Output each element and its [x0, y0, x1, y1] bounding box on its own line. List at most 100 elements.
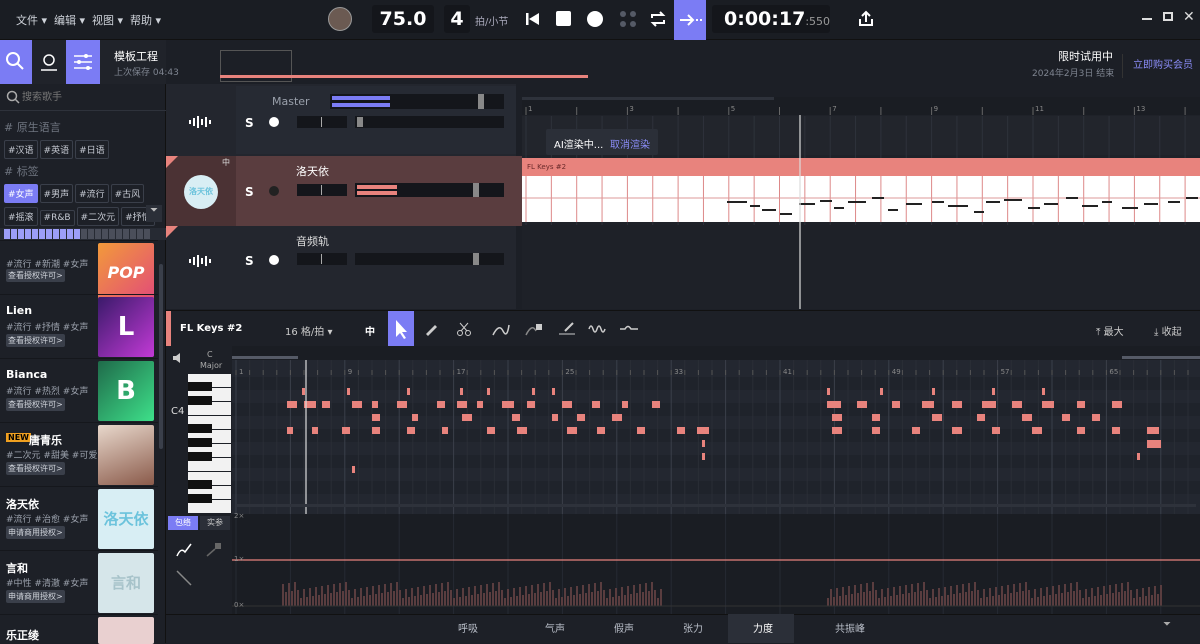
tag-chip[interactable]: #男声 — [39, 184, 74, 203]
singer-card[interactable]: Lien #流行 #抒情 #女声 查看授权许可> L — [0, 294, 158, 358]
tag-chip[interactable]: #古风 — [110, 184, 145, 203]
license-link[interactable]: 查看授权许可> — [6, 334, 65, 347]
metronome-dots-icon[interactable] — [619, 10, 637, 28]
maximize-button[interactable]: ⤒ 最大 — [1096, 323, 1124, 338]
license-link[interactable]: 查看授权许可> — [6, 269, 65, 282]
license-link[interactable]: 查看授权许可> — [6, 462, 65, 475]
track-name[interactable]: 洛天依 — [296, 163, 329, 179]
solo-button[interactable]: S — [245, 254, 254, 268]
vibrato-icon[interactable] — [588, 321, 608, 337]
pan-slider[interactable] — [297, 184, 347, 196]
param-tab-formant[interactable]: 共振峰 — [835, 620, 865, 635]
tag-chip[interactable]: #流行 — [75, 184, 109, 203]
cancel-render-link[interactable]: 取消渲染 — [610, 136, 650, 151]
singer-track-selected[interactable]: 中 洛天依 S 洛天依 — [166, 156, 522, 226]
restore-icon[interactable] — [1163, 12, 1173, 21]
scissors-tool-icon[interactable] — [456, 321, 472, 337]
select-tool-icon[interactable] — [388, 311, 414, 347]
param-tab-tension[interactable]: 张力 — [683, 620, 703, 635]
erase-curve-icon[interactable] — [205, 541, 223, 559]
param-tab-falsetto[interactable]: 假声 — [614, 620, 634, 635]
speaker-icon[interactable] — [172, 352, 184, 364]
volume-slider[interactable] — [355, 253, 504, 265]
pitch-draw-icon[interactable] — [491, 321, 511, 337]
collapse-button[interactable]: ⤓ 收起 — [1154, 323, 1182, 338]
smooth-icon[interactable] — [619, 321, 639, 337]
beats-field[interactable]: 4 — [444, 5, 470, 33]
stop-icon[interactable] — [556, 11, 571, 26]
pencil-tool-icon[interactable] — [423, 321, 439, 337]
tag-chip[interactable]: #摇滚 — [4, 207, 38, 226]
skip-back-icon[interactable] — [525, 11, 541, 27]
mute-toggle[interactable] — [269, 186, 279, 196]
envelope-tab[interactable]: 包络 — [168, 516, 198, 530]
volume-slider[interactable] — [355, 116, 504, 128]
actual-tab[interactable]: 实参 — [200, 516, 230, 530]
pan-slider[interactable] — [297, 253, 347, 265]
user-avatar[interactable] — [328, 7, 352, 31]
user-button[interactable] — [32, 40, 66, 84]
param-tab-breath[interactable]: 呼吸 — [458, 620, 478, 635]
menu-help[interactable]: 帮助 ▾ — [130, 12, 161, 28]
license-link[interactable]: 查看授权许可> — [6, 398, 65, 411]
audio-track[interactable]: S 音频轨 — [166, 226, 516, 296]
tag-chip[interactable]: #汉语 — [4, 140, 38, 159]
language-select[interactable]: 中 — [365, 323, 375, 338]
param-tab-dynamics[interactable]: 力度 — [753, 620, 773, 635]
piano-keyboard[interactable] — [188, 374, 231, 514]
mixer-button[interactable] — [66, 40, 100, 84]
pan-slider[interactable] — [297, 116, 347, 128]
license-link[interactable]: 申请商用授权> — [6, 590, 65, 603]
follow-playhead-button[interactable] — [674, 0, 706, 40]
tag-chip[interactable]: #日语 — [75, 140, 109, 159]
param-bar — [621, 587, 623, 606]
key-root[interactable]: C — [207, 350, 213, 359]
singer-avatar[interactable]: 洛天依 — [184, 175, 218, 209]
collapse-params-icon[interactable]: ⏷ — [1163, 619, 1171, 630]
note — [932, 414, 942, 421]
pitch-erase-icon[interactable] — [524, 321, 544, 337]
pitch-line-icon[interactable] — [557, 321, 577, 337]
menu-view[interactable]: 视图 ▾ — [92, 12, 123, 28]
param-curve-area[interactable] — [232, 514, 1200, 614]
singer-card[interactable]: Bianca #流行 #热烈 #女声 查看授权许可> B — [0, 358, 158, 422]
track-name[interactable]: 音频轨 — [296, 233, 329, 249]
tag-chip[interactable]: #英语 — [39, 140, 74, 159]
mute-toggle[interactable] — [269, 255, 279, 265]
bpm-field[interactable]: 75.0 — [372, 5, 434, 33]
menu-edit[interactable]: 编辑 ▾ — [54, 12, 85, 28]
ruler-label: 57 — [1001, 368, 1010, 376]
param-bar — [552, 590, 554, 606]
singer-card[interactable]: 言和 #中性 #清澈 #女声 申请商用授权> 言和 — [0, 550, 158, 614]
expand-tags-icon[interactable]: ⏷ — [146, 205, 162, 222]
tag-chip[interactable]: #R&B — [39, 210, 75, 226]
singer-card[interactable]: NEW 唐青乐 #二次元 #甜美 #可爱 查看授权许可> — [0, 422, 158, 486]
singer-card[interactable]: 乐正绫 — [0, 614, 158, 644]
grid-select[interactable]: 16 格/拍 ▾ — [285, 323, 332, 338]
singer-card[interactable]: 洛天依 #流行 #治愈 #女声 申请商用授权> 洛天依 — [0, 486, 158, 550]
buy-membership-link[interactable]: 立即购买会员 — [1133, 56, 1193, 71]
key-mode[interactable]: Major — [200, 361, 222, 370]
param-tab-air[interactable]: 气声 — [545, 620, 565, 635]
draw-curve-icon[interactable] — [175, 541, 193, 559]
tag-chip[interactable]: #二次元 — [76, 207, 120, 226]
solo-button[interactable]: S — [245, 116, 254, 130]
volume-meter[interactable] — [355, 183, 504, 197]
record-icon[interactable] — [587, 11, 603, 27]
export-icon[interactable] — [857, 10, 875, 28]
loop-icon[interactable] — [649, 10, 667, 28]
solo-button[interactable]: S — [245, 185, 254, 199]
mute-toggle[interactable] — [269, 117, 279, 127]
minimize-icon[interactable] — [1142, 18, 1152, 20]
sidebar-scrollbar[interactable] — [159, 264, 163, 449]
singer-library-button[interactable] — [0, 40, 32, 84]
line-tool-icon[interactable] — [175, 569, 193, 587]
tag-chip-selected[interactable]: #女声 — [4, 184, 38, 203]
param-bar — [1142, 588, 1144, 606]
menu-file[interactable]: 文件 ▾ — [16, 12, 47, 28]
license-link[interactable]: 申请商用授权> — [6, 526, 65, 539]
track-row-1[interactable]: S — [166, 86, 516, 154]
piano-roll-grid[interactable]: 1 9 17 25 33 41 49 57 65 — [232, 346, 1200, 514]
search-input[interactable] — [22, 88, 162, 106]
close-icon[interactable]: ✕ — [1183, 9, 1195, 25]
